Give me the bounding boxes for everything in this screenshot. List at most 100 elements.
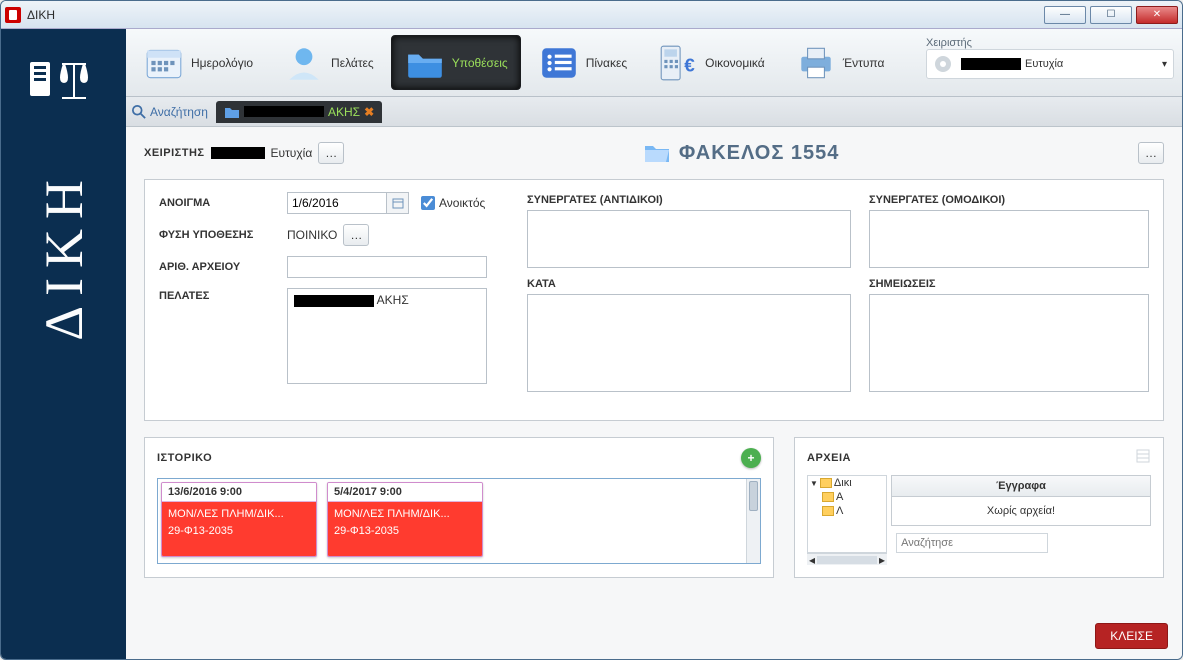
teammates-label: ΣΥΝΕΡΓΑΤΕΣ (ΟΜΟΔΙΚΟΙ) xyxy=(869,194,1149,206)
files-search-input[interactable] xyxy=(896,533,1048,553)
handler-picker-button[interactable]: … xyxy=(318,142,344,164)
toolbar-forms-button[interactable]: Έντυπα xyxy=(782,35,898,90)
list-item[interactable]: ΑΚΗΣ xyxy=(290,291,484,309)
person-icon xyxy=(283,42,325,84)
files-panel: ΑΡΧΕΙΑ ▼Δικι Α Λ xyxy=(794,437,1164,578)
history-card[interactable]: 13/6/2016 9:00 ΜΟΝ/ΛΕΣ ΠΛΗΜ/ΔΙΚ... 29-Φ1… xyxy=(161,482,317,557)
minimize-button[interactable]: — xyxy=(1044,6,1086,24)
operator-label: Χειριστής xyxy=(926,37,1174,49)
history-scrollbar[interactable] xyxy=(746,479,760,563)
fileno-label: ΑΡΙΘ. ΑΡΧΕΙΟΥ xyxy=(159,261,287,273)
history-card-line1: ΜΟΝ/ΛΕΣ ΠΛΗΜ/ΔΙΚ... xyxy=(168,506,310,523)
history-panel: ΙΣΤΟΡΙΚΟ + 13/6/2016 9:00 ΜΟΝ/ΛΕΣ ΠΛΗΜ/Δ… xyxy=(144,437,774,578)
toolbar-finance-label: Οικονομικά xyxy=(705,56,765,70)
teammates-box[interactable] xyxy=(869,210,1149,268)
title-bar: ΔΙΚΗ — ☐ ✕ xyxy=(1,1,1182,29)
footer: ΚΛΕΙΣΕ xyxy=(126,617,1182,659)
calendar-picker-button[interactable] xyxy=(387,192,409,214)
details-panel: ΑΝΟΙΓΜΑ Ανοικτός ΦΥΣΗ ΥΠΟΘΕΣΗΣ ΠΟΙΝΙΚΟ xyxy=(144,179,1164,421)
window-buttons: — ☐ ✕ xyxy=(1044,6,1178,24)
open-checkbox[interactable] xyxy=(421,196,435,210)
nature-value: ΠΟΙΝΙΚΟ xyxy=(287,228,337,242)
notes-box[interactable] xyxy=(869,294,1149,392)
maximize-button[interactable]: ☐ xyxy=(1090,6,1132,24)
gear-icon xyxy=(933,54,957,74)
open-case-tab[interactable]: ΑΚΗΣ ✖ xyxy=(216,101,382,123)
toolbar-clients-button[interactable]: Πελάτες xyxy=(270,35,387,90)
open-case-tab-label: ΑΚΗΣ xyxy=(328,105,360,119)
redacted-text xyxy=(211,147,265,159)
svg-text:€: € xyxy=(684,55,695,76)
tree-h-scrollbar[interactable]: ◂▸ xyxy=(807,553,887,565)
brand-logo xyxy=(24,54,104,110)
handler-label: ΧΕΙΡΙΣΤΗΣ xyxy=(144,147,205,159)
files-view-icon[interactable] xyxy=(1135,448,1151,467)
toolbar-calendar-button[interactable]: Ημερολόγιο xyxy=(130,35,266,90)
folder-title-text: ΦΑΚΕΛΟΣ 1554 xyxy=(679,142,840,165)
history-title: ΙΣΤΟΡΙΚΟ xyxy=(157,452,212,464)
toolbar-forms-label: Έντυπα xyxy=(843,56,885,70)
folder-small-icon xyxy=(224,105,240,119)
tab-bar: Αναζήτηση ΑΚΗΣ ✖ xyxy=(126,97,1182,127)
toolbar-calendar-label: Ημερολόγιο xyxy=(191,56,253,70)
calendar-small-icon xyxy=(392,197,404,209)
documents-empty: Χωρίς αρχεία! xyxy=(891,497,1151,526)
clients-label: ΠΕΛΑΤΕΣ xyxy=(159,288,287,302)
operator-value: Ευτυχία xyxy=(1025,58,1063,70)
history-card-line2: 29-Φ13-2035 xyxy=(334,523,476,540)
toolbar-finance-button[interactable]: € Οικονομικά xyxy=(644,35,778,90)
window-close-button[interactable]: ✕ xyxy=(1136,6,1178,24)
printer-icon xyxy=(795,42,837,84)
sidebar: ΔΙΚΗ xyxy=(1,29,126,659)
details-middle: ΣΥΝΕΡΓΑΤΕΣ (ΑΝΤΙΔΙΚΟΙ) ΚΑΤΑ xyxy=(527,192,851,402)
history-card-line1: ΜΟΝ/ΛΕΣ ΠΛΗΜ/ΔΙΚ... xyxy=(334,506,476,523)
folder-icon xyxy=(404,42,446,84)
history-card-line2: 29-Φ13-2035 xyxy=(168,523,310,540)
details-left: ΑΝΟΙΓΜΑ Ανοικτός ΦΥΣΗ ΥΠΟΘΕΣΗΣ ΠΟΙΝΙΚΟ xyxy=(159,192,509,402)
chevron-down-icon: ▾ xyxy=(1162,59,1167,70)
fileno-input[interactable] xyxy=(287,256,487,278)
open-date-label: ΑΝΟΙΓΜΑ xyxy=(159,197,287,209)
nature-label: ΦΥΣΗ ΥΠΟΘΕΣΗΣ xyxy=(159,229,287,241)
header-row: ΧΕΙΡΙΣΤΗΣ Ευτυχία … ΦΑΚΕΛΟΣ 1554 … xyxy=(144,141,1164,165)
search-tab[interactable]: Αναζήτηση xyxy=(132,105,208,119)
notes-label: ΣΗΜΕΙΩΣΕΙΣ xyxy=(869,278,1149,290)
open-date-input[interactable] xyxy=(287,192,387,214)
history-add-button[interactable]: + xyxy=(741,448,761,468)
history-track[interactable]: 13/6/2016 9:00 ΜΟΝ/ΛΕΣ ΠΛΗΜ/ΔΙΚ... 29-Φ1… xyxy=(157,478,761,564)
calculator-euro-icon: € xyxy=(657,42,699,84)
calendar-icon xyxy=(143,42,185,84)
files-tree[interactable]: ▼Δικι Α Λ xyxy=(807,475,887,553)
tree-item[interactable]: Λ xyxy=(808,504,886,518)
documents-pane: Έγγραφα Χωρίς αρχεία! xyxy=(891,475,1151,553)
opponents-box[interactable] xyxy=(527,210,851,268)
history-card[interactable]: 5/4/2017 9:00 ΜΟΝ/ΛΕΣ ΠΛΗΜ/ΔΙΚ... 29-Φ13… xyxy=(327,482,483,557)
folder-more-button[interactable]: … xyxy=(1138,142,1164,164)
search-icon xyxy=(132,105,146,119)
files-search-label xyxy=(891,537,894,549)
app-icon xyxy=(5,7,21,23)
details-right: ΣΥΝΕΡΓΑΤΕΣ (ΟΜΟΔΙΚΟΙ) ΣΗΜΕΙΩΣΕΙΣ xyxy=(869,192,1149,402)
brand-vertical-title: ΔΙΚΗ xyxy=(33,170,95,341)
files-title: ΑΡΧΕΙΑ xyxy=(807,452,851,464)
history-card-date: 5/4/2017 9:00 xyxy=(328,483,482,502)
open-checkbox-label: Ανοικτός xyxy=(439,196,485,210)
handler-value: Ευτυχία xyxy=(271,146,313,160)
nature-picker-button[interactable]: … xyxy=(343,224,369,246)
close-button[interactable]: ΚΛΕΙΣΕ xyxy=(1095,623,1168,649)
tab-close-button[interactable]: ✖ xyxy=(364,105,374,119)
tree-item[interactable]: Α xyxy=(808,490,886,504)
clients-listbox[interactable]: ΑΚΗΣ xyxy=(287,288,487,384)
toolbar-cases-button[interactable]: Υποθέσεις xyxy=(391,35,521,90)
content-area: ΧΕΙΡΙΣΤΗΣ Ευτυχία … ΦΑΚΕΛΟΣ 1554 … ΑΝΟΙΓ… xyxy=(126,127,1182,617)
scales-icon xyxy=(24,54,104,110)
tree-root[interactable]: ▼Δικι xyxy=(808,476,886,490)
toolbar-tables-label: Πίνακες xyxy=(586,56,627,70)
redacted-text xyxy=(961,58,1021,70)
redacted-text xyxy=(244,106,324,117)
toolbar-tables-button[interactable]: Πίνακες xyxy=(525,35,640,90)
app-body: ΔΙΚΗ Ημερολόγιο Πελάτες xyxy=(1,29,1182,659)
operator-dropdown[interactable]: Ευτυχία ▾ xyxy=(926,49,1174,79)
search-tab-label: Αναζήτηση xyxy=(150,105,208,119)
against-box[interactable] xyxy=(527,294,851,392)
